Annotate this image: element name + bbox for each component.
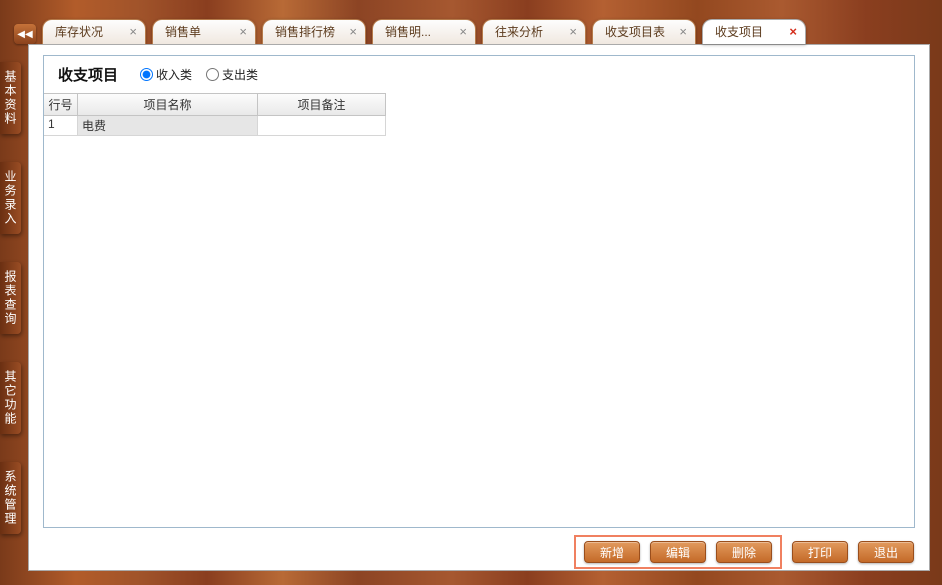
radio-expense-label: 支出类 xyxy=(222,66,258,83)
cell-note[interactable] xyxy=(258,116,386,136)
tab-inventory[interactable]: 库存状况 × xyxy=(42,19,146,44)
tab-sales-order[interactable]: 销售单 × xyxy=(152,19,256,44)
tab-income-expense-list[interactable]: 收支项目表 × xyxy=(592,19,696,44)
table-row[interactable]: 1 电费 xyxy=(44,116,386,136)
tab-income-expense-item[interactable]: 收支项目 × xyxy=(702,19,806,44)
tab-sales-rank[interactable]: 销售排行榜 × xyxy=(262,19,366,44)
col-header-name[interactable]: 项目名称 xyxy=(78,94,258,116)
radio-income[interactable]: 收入类 xyxy=(140,66,192,83)
side-nav: 基本资料 业务录入 报表查询 其它功能 系统管理 xyxy=(0,62,22,562)
work-panel: 收支项目 收入类 支出类 行号 项目名称 项目备注 1 电费 xyxy=(28,44,930,571)
close-icon[interactable]: × xyxy=(239,25,247,38)
page-title: 收支项目 xyxy=(58,64,118,85)
edit-button[interactable]: 编辑 xyxy=(650,541,706,563)
side-nav-item-other[interactable]: 其它功能 xyxy=(0,362,21,434)
close-icon[interactable]: × xyxy=(129,25,137,38)
side-nav-item-system[interactable]: 系统管理 xyxy=(0,462,21,534)
radio-expense-input[interactable] xyxy=(206,68,219,81)
tab-label: 销售单 xyxy=(165,23,201,40)
close-icon[interactable]: × xyxy=(789,25,797,38)
edit-button-group: 新增 编辑 删除 xyxy=(574,535,782,569)
close-icon[interactable]: × xyxy=(459,25,467,38)
col-header-note[interactable]: 项目备注 xyxy=(258,94,386,116)
type-radio-group: 收入类 支出类 xyxy=(140,66,258,83)
close-icon[interactable]: × xyxy=(349,25,357,38)
panel-inner: 收支项目 收入类 支出类 行号 项目名称 项目备注 1 电费 xyxy=(43,55,915,528)
tab-label: 往来分析 xyxy=(495,23,543,40)
tab-label: 销售明... xyxy=(385,23,431,40)
print-button[interactable]: 打印 xyxy=(792,541,848,563)
tab-label: 收支项目 xyxy=(715,23,763,40)
side-nav-item-basic[interactable]: 基本资料 xyxy=(0,62,21,134)
side-nav-item-entry[interactable]: 业务录入 xyxy=(0,162,21,234)
radio-expense[interactable]: 支出类 xyxy=(206,66,258,83)
data-grid: 行号 项目名称 项目备注 1 电费 xyxy=(44,93,386,136)
tab-label: 销售排行榜 xyxy=(275,23,335,40)
tab-contacts[interactable]: 往来分析 × xyxy=(482,19,586,44)
side-nav-item-report[interactable]: 报表查询 xyxy=(0,262,21,334)
tab-scroll-left-icon[interactable]: ◀◀ xyxy=(14,24,36,44)
close-icon[interactable]: × xyxy=(569,25,577,38)
col-header-rownum[interactable]: 行号 xyxy=(44,94,78,116)
other-button-group: 打印 退出 xyxy=(792,537,914,567)
radio-income-label: 收入类 xyxy=(156,66,192,83)
tab-bar: ◀◀ 库存状况 × 销售单 × 销售排行榜 × 销售明... × 往来分析 × … xyxy=(14,18,934,44)
exit-button[interactable]: 退出 xyxy=(858,541,914,563)
radio-income-input[interactable] xyxy=(140,68,153,81)
tab-label: 库存状况 xyxy=(55,23,103,40)
tab-sales-detail[interactable]: 销售明... × xyxy=(372,19,476,44)
delete-button[interactable]: 删除 xyxy=(716,541,772,563)
cell-rownum: 1 xyxy=(44,116,78,136)
tab-label: 收支项目表 xyxy=(605,23,665,40)
add-button[interactable]: 新增 xyxy=(584,541,640,563)
panel-header: 收支项目 收入类 支出类 xyxy=(44,64,914,93)
cell-name[interactable]: 电费 xyxy=(78,116,258,136)
close-icon[interactable]: × xyxy=(679,25,687,38)
grid-header: 行号 项目名称 项目备注 xyxy=(44,94,386,116)
